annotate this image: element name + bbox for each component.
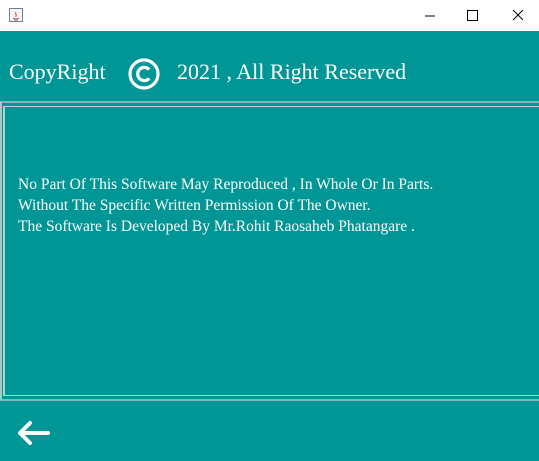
minimize-icon	[425, 15, 435, 17]
notice-line: Without The Specific Written Permission …	[18, 197, 371, 214]
copyright-icon	[128, 58, 160, 90]
window: CopyRight 2021 , All Right Reserved No P…	[0, 0, 539, 461]
minimize-button[interactable]	[407, 0, 453, 31]
notice-line: The Software Is Developed By Mr.Rohit Ra…	[18, 218, 415, 235]
notice-panel	[0, 101, 539, 401]
close-button[interactable]	[495, 0, 539, 31]
arrow-left-icon	[18, 421, 50, 445]
close-icon	[512, 9, 524, 21]
java-app-icon	[9, 8, 23, 22]
title-bar	[0, 0, 539, 31]
footer	[0, 403, 539, 461]
copyright-label: CopyRight	[9, 59, 106, 84]
maximize-button[interactable]	[449, 0, 495, 31]
notice-panel-inner	[3, 106, 539, 396]
header: CopyRight 2021 , All Right Reserved	[0, 31, 539, 101]
notice-line: No Part Of This Software May Reproduced …	[18, 176, 434, 193]
back-button[interactable]	[16, 420, 52, 446]
maximize-icon	[467, 10, 478, 21]
rights-reserved-label: 2021 , All Right Reserved	[177, 59, 407, 84]
